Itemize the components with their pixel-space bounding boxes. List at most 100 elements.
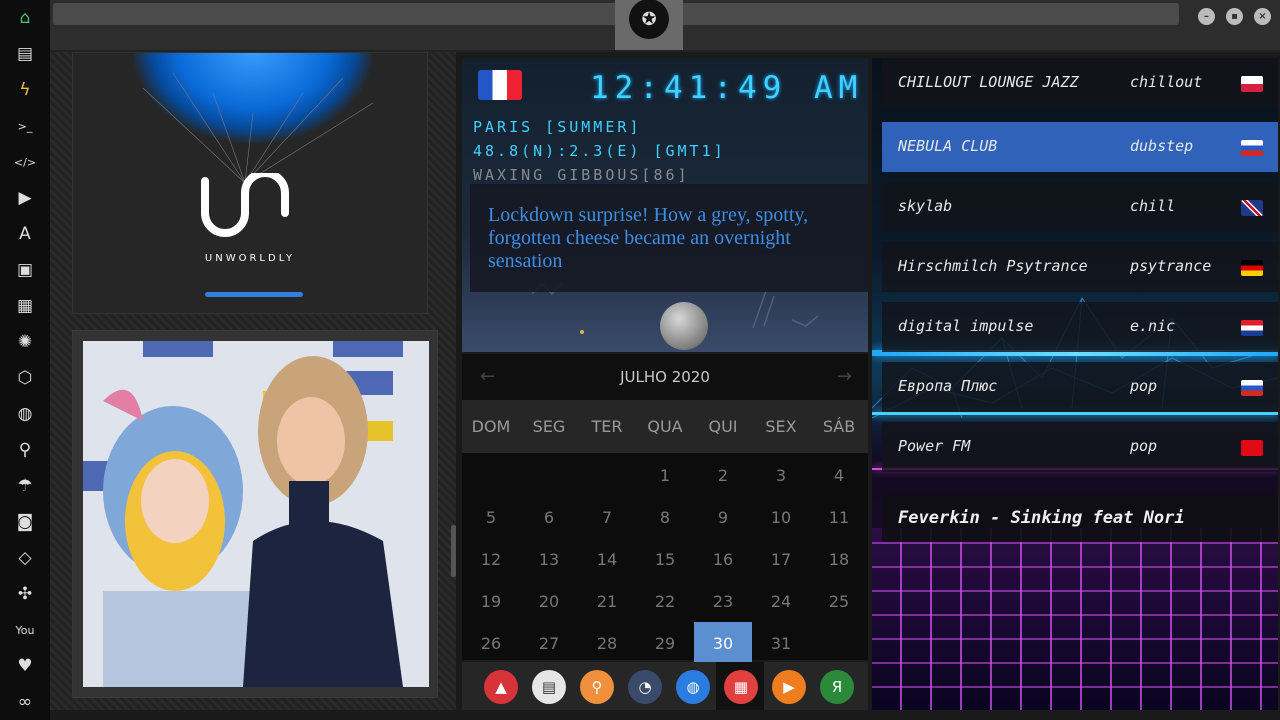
calendar-day[interactable]: 9: [694, 496, 752, 538]
calendar-header: ← JULHO 2020 →: [462, 354, 868, 400]
weekday-label: SÁB: [822, 417, 856, 436]
comic-con-photo: [83, 341, 429, 687]
neon-horizon-line-2: [872, 412, 1278, 415]
croatia-flag-icon: [1241, 320, 1263, 336]
radio-station[interactable]: NEBULA CLUB dubstep: [882, 122, 1278, 172]
translate-icon[interactable]: A: [13, 222, 37, 246]
location-text: PARIS [SUMMER]: [473, 118, 641, 136]
weekday-row: DOM SEG TER QUA QUI SEX SÁB: [462, 400, 868, 453]
calendar-day[interactable]: 29: [636, 622, 694, 664]
calendar-day[interactable]: 10: [752, 496, 810, 538]
left-scrollbar[interactable]: [451, 525, 456, 577]
germany-flag-icon: [1241, 260, 1263, 276]
calendar-day[interactable]: 20: [520, 580, 578, 622]
calendar-day[interactable]: 2: [694, 454, 752, 496]
station-name: Европа Плюс: [898, 377, 998, 395]
calendar-day[interactable]: 1: [636, 454, 694, 496]
next-month-icon[interactable]: →: [837, 366, 852, 387]
prev-month-icon[interactable]: ←: [480, 366, 495, 387]
logo-tab[interactable]: ✪: [615, 0, 683, 50]
diamond-code-icon[interactable]: ◇: [13, 546, 37, 570]
day-grid: 1 2 3 4 5 6 7 8 9 10 11 12 13 14 15 16 17 18 19 20 21 22 23 24 2…: [462, 454, 868, 664]
dock-app-clock-icon[interactable]: ◔: [628, 670, 662, 704]
radio-station[interactable]: Hirschmilch Psytrance psytrance: [882, 242, 1278, 292]
calendar-day[interactable]: 14: [578, 538, 636, 580]
infinity-icon[interactable]: ∞: [13, 690, 37, 714]
rebel-alliance-icon: ✪: [629, 0, 669, 39]
image-icon[interactable]: ▣: [13, 258, 37, 282]
calendar-day[interactable]: 4: [810, 454, 868, 496]
radio-station[interactable]: Power FM pop: [882, 422, 1278, 472]
youtube-icon[interactable]: You: [13, 618, 37, 642]
calendar-day[interactable]: 30: [694, 622, 752, 664]
calendar-day[interactable]: 28: [578, 622, 636, 664]
calendar-day[interactable]: 5: [462, 496, 520, 538]
calendar-day[interactable]: 17: [752, 538, 810, 580]
search-icon[interactable]: ⚲: [13, 438, 37, 462]
station-name: digital impulse: [898, 317, 1034, 335]
station-genre: e.nic: [1130, 317, 1176, 335]
calendar-day[interactable]: 24: [752, 580, 810, 622]
weekday-label: DOM: [471, 417, 511, 436]
close-button[interactable]: ×: [1254, 8, 1271, 25]
dock-app-globe-icon[interactable]: ◍: [676, 670, 710, 704]
turkey-flag-icon: [1241, 440, 1263, 456]
calendar-day[interactable]: 25: [810, 580, 868, 622]
expand-icon[interactable]: ✣: [13, 582, 37, 606]
clock-widget: 12:41:49 AM PARIS [SUMMER] 48.8(N):2.3(E…: [462, 58, 868, 352]
russia-flag-icon: [1241, 380, 1263, 396]
dock-app-calendar-icon[interactable]: ▦: [724, 670, 758, 704]
station-genre: dubstep: [1130, 137, 1194, 155]
aperture-icon[interactable]: ✺: [13, 330, 37, 354]
bolt-icon[interactable]: ϟ: [13, 78, 37, 102]
calendar-day[interactable]: 15: [636, 538, 694, 580]
code-icon[interactable]: </>: [13, 150, 37, 174]
calendar-day[interactable]: 31: [752, 622, 810, 664]
calendar-day[interactable]: 19: [462, 580, 520, 622]
calendar-day[interactable]: 11: [810, 496, 868, 538]
calendar-day[interactable]: 13: [520, 538, 578, 580]
calendar-day[interactable]: 21: [578, 580, 636, 622]
calendar-day[interactable]: 6: [520, 496, 578, 538]
dock-app-yandex-icon[interactable]: Я: [820, 670, 854, 704]
calendar-day[interactable]: 18: [810, 538, 868, 580]
calendar-day[interactable]: 22: [636, 580, 694, 622]
play-icon[interactable]: ▶: [13, 186, 37, 210]
dock-app-player-icon[interactable]: ▶: [772, 670, 806, 704]
globe-icon[interactable]: ◍: [13, 402, 37, 426]
home-icon[interactable]: ⌂: [13, 6, 37, 30]
dock-app-vivaldi-icon[interactable]: ▲: [484, 670, 518, 704]
now-playing: Feverkin - Sinking feat Nori: [882, 494, 1278, 542]
dock-app-search-icon[interactable]: ⚲: [580, 670, 614, 704]
radio-station[interactable]: CHILLOUT LOUNGE JAZZ chillout: [882, 58, 1278, 108]
maximize-button[interactable]: ▪: [1226, 8, 1243, 25]
calendar-day[interactable]: 8: [636, 496, 694, 538]
terminal-icon[interactable]: >_: [13, 114, 37, 138]
calendar-day[interactable]: 26: [462, 622, 520, 664]
dock-app-news-icon[interactable]: ▤: [532, 670, 566, 704]
calendar-day[interactable]: 27: [520, 622, 578, 664]
news-icon[interactable]: ▦: [13, 294, 37, 318]
document-icon[interactable]: ▤: [13, 42, 37, 66]
unworldly-logo: [201, 173, 289, 237]
wallpaper-card[interactable]: UNWORLDLY: [72, 52, 428, 314]
news-headline[interactable]: Lockdown surprise! How a grey, spotty, f…: [470, 184, 868, 292]
moon-icon: [660, 302, 708, 350]
radio-station[interactable]: Европа Плюс pop: [882, 362, 1278, 412]
heart-icon[interactable]: ♥: [13, 654, 37, 678]
calendar-widget: ← JULHO 2020 → DOM SEG TER QUA QUI SEX SÁB 123…: [462, 354, 868, 664]
calendar-day[interactable]: 16: [694, 538, 752, 580]
minimize-button[interactable]: –: [1198, 8, 1215, 25]
radio-station[interactable]: skylab chill: [882, 182, 1278, 232]
calendar-day[interactable]: 23: [694, 580, 752, 622]
radio-station[interactable]: digital impulse e.nic: [882, 302, 1278, 352]
photo-illustration: [83, 341, 429, 687]
calendar-day[interactable]: 3: [752, 454, 810, 496]
calendar-day[interactable]: 7: [578, 496, 636, 538]
poland-flag-icon: [1241, 76, 1263, 92]
photo-card[interactable]: [72, 330, 438, 698]
contact-icon[interactable]: ◙: [13, 510, 37, 534]
calendar-day[interactable]: 12: [462, 538, 520, 580]
hexagon-icon[interactable]: ⬡: [13, 366, 37, 390]
umbrella-icon[interactable]: ☂: [13, 474, 37, 498]
